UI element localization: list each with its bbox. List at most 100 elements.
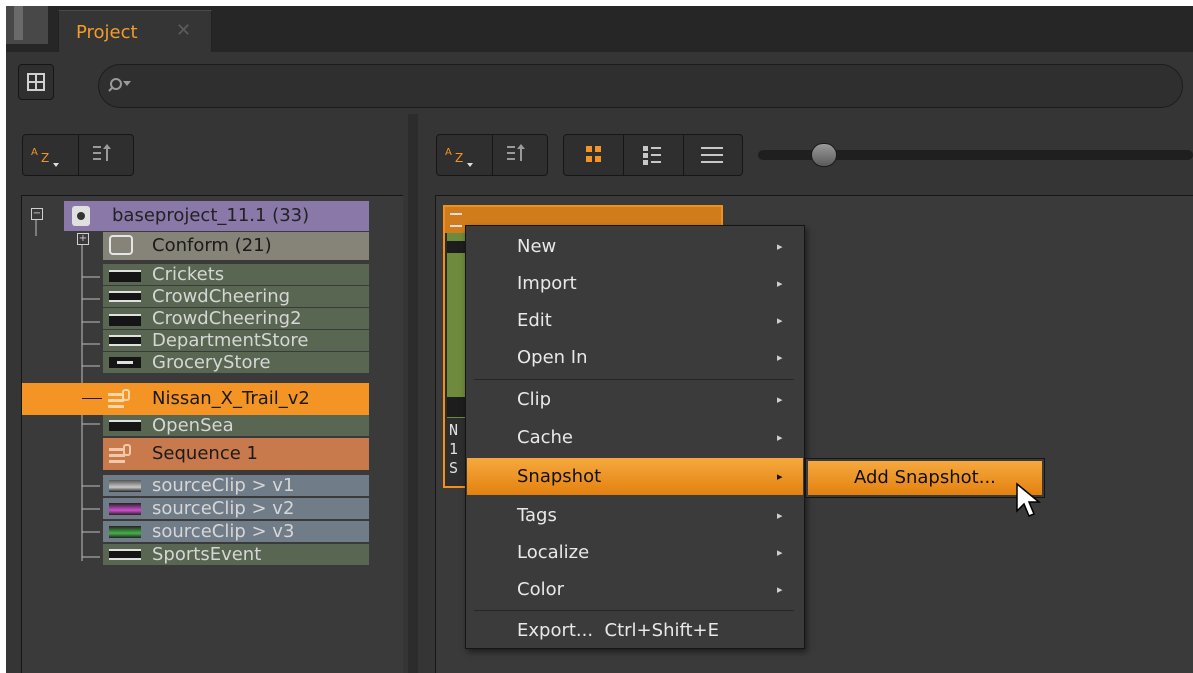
submenu-arrow-icon: ▸ — [777, 277, 783, 290]
contents-sort-controls: A Z — [436, 134, 548, 176]
layout-grid-icon — [27, 73, 45, 91]
submenu-arrow-icon: ▸ — [777, 509, 783, 522]
tree-item-selected[interactable]: Nissan_X_Trail_v2 — [22, 383, 369, 415]
tree-item[interactable]: sourceClip > v2 — [103, 498, 369, 519]
menu-item-label: New — [517, 236, 557, 257]
video-clip-icon — [109, 480, 141, 492]
tab-title: Project — [76, 22, 138, 43]
panel-splitter[interactable] — [408, 114, 418, 673]
menu-item-label: Clip — [517, 389, 551, 410]
video-clip-icon — [109, 503, 141, 515]
menu-item-label: Snapshot — [517, 466, 602, 487]
tree-item[interactable]: OpenSea — [103, 415, 369, 436]
sequence-icon — [108, 389, 132, 409]
audio-clip-icon — [109, 314, 141, 326]
tree-item-conform[interactable]: Conform (21) — [103, 232, 369, 260]
menu-item-open-in[interactable]: Open In ▸ — [467, 339, 803, 376]
tree-root-project[interactable]: baseproject_11.1 (33) — [64, 201, 369, 231]
thumbnail-caption: N 1 S — [449, 421, 458, 478]
tree-item-label: sourceClip > v2 — [152, 498, 295, 519]
menu-item-edit[interactable]: Edit ▸ — [467, 302, 803, 339]
bin-tree[interactable]: − baseproject_11.1 (33) + Conform (21) C… — [21, 195, 403, 673]
menu-item-tags[interactable]: Tags ▸ — [467, 497, 803, 534]
menu-item-new[interactable]: New ▸ — [467, 228, 803, 265]
search-input[interactable] — [98, 64, 1183, 108]
menu-lines-icon[interactable] — [450, 213, 462, 227]
large-thumbnails-icon[interactable] — [564, 135, 623, 175]
tree-item[interactable]: Crickets — [103, 264, 369, 285]
project-icon — [72, 206, 90, 226]
tree-item[interactable]: sourceClip > v3 — [103, 521, 369, 542]
tree-item-label: Sequence 1 — [152, 443, 258, 464]
menu-item-label: Open In — [517, 347, 588, 368]
search-icon[interactable] — [105, 66, 135, 106]
folder-icon — [109, 235, 133, 255]
audio-clip-icon — [109, 335, 141, 346]
small-thumbnails-icon[interactable] — [624, 135, 683, 175]
menu-item-export[interactable]: Export... Ctrl+Shift+E — [467, 612, 803, 649]
svg-text:A: A — [445, 147, 452, 158]
project-toolbar — [6, 52, 1193, 114]
sort-order-icon[interactable] — [493, 135, 548, 175]
menu-item-label: Color — [517, 579, 564, 600]
sequence-icon — [109, 444, 133, 464]
tree-sort-controls: A Z — [22, 134, 134, 176]
tree-item[interactable]: sourceClip > v1 — [103, 475, 369, 496]
submenu-arrow-icon: ▸ — [777, 314, 783, 327]
thumbnail-info: S — [449, 459, 459, 477]
view-mode-group — [563, 134, 743, 176]
menu-item-clip[interactable]: Clip ▸ — [467, 381, 803, 418]
close-icon[interactable]: ✕ — [176, 20, 191, 41]
tree-item-label: sourceClip > v3 — [152, 521, 295, 542]
sort-az-button[interactable]: A Z — [437, 135, 493, 175]
mouse-cursor-icon — [1016, 482, 1042, 517]
panel-grip-handle[interactable] — [6, 6, 48, 44]
audio-clip-icon — [109, 420, 141, 431]
tree-item[interactable]: CrowdCheering — [103, 286, 369, 307]
tree-item[interactable]: GroceryStore — [103, 352, 369, 373]
audio-clip-icon — [109, 357, 141, 368]
layout-toggle-button[interactable] — [18, 64, 54, 100]
menu-item-label: Cache — [517, 427, 573, 448]
thumbnail-duration: 1 — [449, 440, 459, 458]
tree-item[interactable]: SportsEvent — [103, 544, 369, 565]
tree-item-label: Conform (21) — [152, 235, 272, 256]
thumbnail-size-slider[interactable] — [758, 143, 1193, 167]
menu-separator — [474, 379, 794, 380]
tab-project[interactable]: Project ✕ — [58, 10, 212, 52]
tree-item-label: Crickets — [152, 264, 225, 285]
audio-clip-icon — [109, 549, 141, 560]
svg-text:Z: Z — [41, 151, 49, 165]
tree-item[interactable]: CrowdCheering2 — [103, 308, 369, 329]
menu-item-localize[interactable]: Localize ▸ — [467, 534, 803, 571]
tree-expand-icon[interactable]: + — [77, 233, 89, 245]
menu-item-cache[interactable]: Cache ▸ — [467, 419, 803, 456]
tree-item-label: CrowdCheering2 — [152, 308, 302, 329]
sort-az-button[interactable]: A Z — [23, 135, 79, 175]
menu-item-color[interactable]: Color ▸ — [467, 571, 803, 608]
video-clip-icon — [109, 526, 141, 538]
menu-item-label: Export... Ctrl+Shift+E — [517, 620, 720, 641]
snapshot-submenu: Add Snapshot... — [805, 458, 1045, 498]
menu-separator — [474, 610, 794, 611]
menu-item-import[interactable]: Import ▸ — [467, 265, 803, 302]
sort-order-icon[interactable] — [79, 135, 134, 175]
tree-item[interactable]: Sequence 1 — [103, 438, 369, 470]
menu-item-snapshot[interactable]: Snapshot ▸ — [467, 458, 803, 495]
list-view-icon[interactable] — [684, 135, 743, 175]
menu-item-label: Tags — [517, 505, 557, 526]
tree-item-label: DepartmentStore — [152, 330, 309, 351]
tree-item-label: Nissan_X_Trail_v2 — [152, 388, 310, 409]
submenu-arrow-icon: ▸ — [777, 546, 783, 559]
tree-item-label: sourceClip > v1 — [152, 475, 295, 496]
tree-collapse-icon[interactable]: − — [31, 208, 43, 220]
menu-item-label: Edit — [517, 310, 552, 331]
audio-clip-icon — [109, 270, 141, 282]
submenu-arrow-icon: ▸ — [777, 351, 783, 364]
menu-item-label: Import — [517, 273, 577, 294]
slider-handle[interactable] — [811, 143, 837, 167]
svg-text:Z: Z — [455, 151, 463, 165]
tree-item[interactable]: DepartmentStore — [103, 330, 369, 351]
menu-item-add-snapshot[interactable]: Add Snapshot... — [808, 461, 1042, 495]
submenu-arrow-icon: ▸ — [777, 240, 783, 253]
